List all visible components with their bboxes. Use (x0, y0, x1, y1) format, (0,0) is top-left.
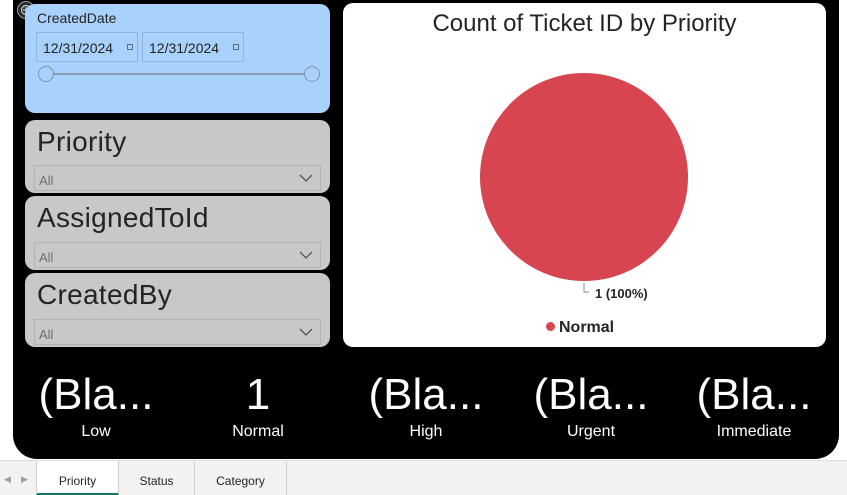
created-by-dropdown[interactable]: All (34, 319, 321, 345)
page-tab-bar: ◀ ▶ Priority Status Category (0, 460, 847, 495)
prev-page-icon[interactable]: ◀ (4, 474, 11, 485)
card-label: Urgent (566, 423, 616, 440)
calendar-icon[interactable] (233, 44, 239, 50)
next-page-icon[interactable]: ▶ (21, 474, 28, 485)
start-date-value: 12/31/2024 (43, 40, 114, 56)
slicer-title: Priority (37, 126, 127, 157)
chevron-down-icon (299, 174, 313, 182)
card-urgent[interactable]: (Bla... Urgent (511, 368, 671, 441)
card-value: 1 (245, 370, 271, 419)
legend-marker (546, 322, 555, 331)
chevron-down-icon (299, 251, 313, 259)
data-label-leader-line (583, 283, 589, 293)
card-label: Low (81, 423, 111, 440)
card-low[interactable]: (Bla... Low (16, 368, 176, 441)
card-value: (Bla... (533, 370, 649, 419)
created-date-slicer: CreatedDate 12/31/2024 12/31/2024 (25, 4, 330, 113)
end-date-value: 12/31/2024 (149, 40, 220, 56)
calendar-icon[interactable] (127, 44, 133, 50)
pie-chart: 1 (100%) (480, 73, 688, 301)
slicer-title: AssignedToId (37, 202, 209, 233)
end-date-input[interactable]: 12/31/2024 (142, 32, 244, 62)
pie-chart-visual[interactable]: Count of Ticket ID by Priority 1 (100%) … (343, 3, 826, 347)
assigned-to-slicer: AssignedToId All (25, 196, 330, 270)
card-normal[interactable]: 1 Normal (178, 368, 338, 441)
card-immediate[interactable]: (Bla... Immediate (674, 368, 834, 441)
card-value: (Bla... (696, 370, 812, 419)
tab-priority[interactable]: Priority (36, 461, 119, 495)
slicer-title: CreatedDate (37, 10, 117, 26)
slider-end-handle[interactable] (304, 66, 320, 82)
report-canvas: CreatedDate 12/31/2024 12/31/2024 Priori… (0, 0, 847, 495)
card-high[interactable]: (Bla... High (346, 368, 506, 441)
tab-category[interactable]: Category (195, 461, 287, 495)
card-label: Immediate (716, 423, 792, 440)
card-value: (Bla... (38, 370, 154, 419)
date-range-slider-track[interactable] (45, 73, 312, 75)
priority-dropdown[interactable]: All (34, 165, 321, 191)
created-by-slicer: CreatedBy All (25, 273, 330, 347)
tab-status[interactable]: Status (119, 461, 195, 495)
slicer-title: CreatedBy (37, 279, 172, 310)
legend-item-normal: Normal (559, 319, 615, 336)
pie-slice-normal[interactable] (480, 73, 688, 281)
chevron-down-icon (299, 328, 313, 336)
data-label-normal: 1 (100%) (595, 286, 648, 301)
card-label: Normal (232, 423, 284, 440)
dropdown-value: All (39, 173, 54, 188)
start-date-input[interactable]: 12/31/2024 (36, 32, 138, 62)
chart-legend[interactable]: Normal (546, 319, 614, 337)
slider-start-handle[interactable] (38, 66, 54, 82)
card-label: High (409, 423, 443, 440)
assigned-to-dropdown[interactable]: All (34, 242, 321, 268)
dropdown-value: All (39, 250, 54, 265)
card-value: (Bla... (368, 370, 484, 419)
priority-slicer: Priority All (25, 120, 330, 193)
dropdown-value: All (39, 327, 54, 342)
